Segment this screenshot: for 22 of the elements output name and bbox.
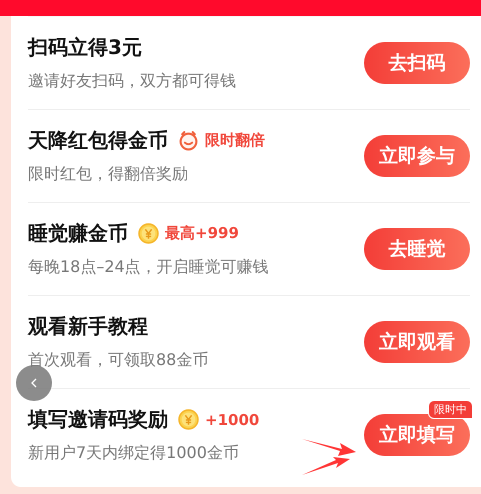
task-description: 新用户7天内绑定得1000金币: [28, 443, 240, 464]
task-description: 限时红包，得翻倍奖励: [28, 164, 189, 185]
action-button[interactable]: 去睡觉: [364, 228, 470, 270]
coin-icon: [138, 223, 159, 244]
task-title: 扫码立得3元: [28, 34, 142, 61]
task-title: 填写邀请码奖励: [28, 406, 168, 433]
task-title: 天降红包得金币: [28, 127, 168, 154]
task-description: 邀请好友扫码，双方都可得钱: [28, 71, 236, 92]
action-button[interactable]: 去扫码: [364, 42, 470, 84]
badge-label: +1000: [205, 410, 260, 428]
task-title: 观看新手教程: [28, 313, 148, 340]
action-button[interactable]: 立即观看: [364, 321, 470, 363]
task-title: 睡觉赚金币: [28, 220, 128, 247]
task-description: 首次观看，可领取88金币: [28, 350, 208, 371]
action-button[interactable]: 立即填写: [364, 414, 470, 456]
coin-icon: [178, 409, 199, 430]
clock-icon: [178, 130, 199, 151]
task-description: 每晚18点–24点，开启睡觉可赚钱: [28, 257, 269, 278]
corner-tag: 限时中: [428, 400, 473, 419]
badge-label: 最高+999: [165, 224, 239, 243]
action-button[interactable]: 立即参与: [364, 135, 470, 177]
badge-label: 限时翻倍: [205, 131, 265, 150]
